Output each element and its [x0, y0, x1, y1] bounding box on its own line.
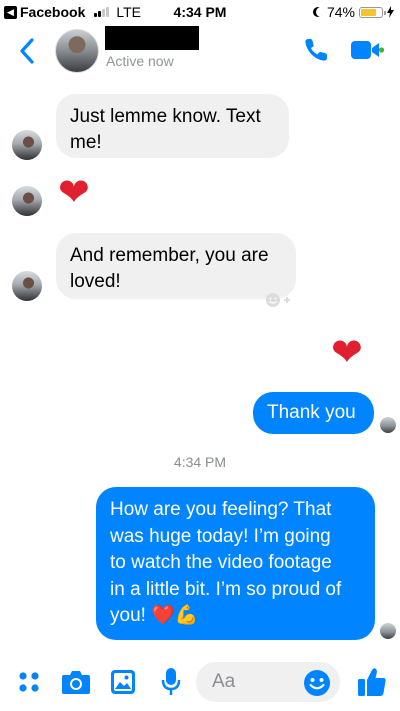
conversation-header: Active now: [0, 24, 400, 78]
outgoing-message-bubble[interactable]: How are you feeling? That was huge today…: [96, 487, 375, 640]
microphone-icon[interactable]: [161, 667, 181, 697]
composer-bar: Aa: [0, 660, 400, 711]
video-camera-icon[interactable]: [351, 38, 384, 62]
message-line: was huge today! I’m going: [110, 525, 331, 547]
heart-emoji-message[interactable]: ❤: [58, 173, 90, 213]
add-reaction-icon[interactable]: [262, 290, 292, 310]
message-line: to watch the video footage: [110, 552, 332, 573]
chevron-left-icon[interactable]: [16, 36, 38, 66]
status-bar: ◀ Facebook LTE 4:34 PM 74%: [0, 0, 400, 24]
emoji-icon[interactable]: [303, 669, 331, 697]
battery-percent: 74%: [326, 4, 355, 20]
incoming-message-bubble[interactable]: Just lemme know. Text me!: [56, 94, 289, 158]
camera-icon[interactable]: [61, 669, 91, 695]
presence-status: Active now: [106, 53, 174, 69]
contact-avatar[interactable]: [55, 29, 99, 73]
contact-name-redacted[interactable]: [105, 26, 199, 50]
battery-icon: [359, 6, 386, 18]
thumbs-up-icon[interactable]: [357, 666, 387, 698]
message-timestamp: 4:34 PM: [173, 454, 227, 470]
message-line: And remember, you are: [70, 245, 269, 266]
message-line: you! ❤️💪: [110, 605, 199, 626]
more-dots-icon[interactable]: [18, 671, 40, 693]
charging-bolt-icon: [387, 6, 394, 18]
photo-icon[interactable]: [110, 669, 136, 695]
do-not-disturb-icon: [316, 7, 326, 17]
read-receipt-avatar: [380, 623, 396, 639]
message-line: Just lemme know. Text: [70, 106, 261, 127]
message-line: How are you feeling? That: [110, 499, 332, 520]
heart-emoji-message[interactable]: ❤: [331, 333, 363, 373]
message-line: Thank you: [267, 402, 356, 423]
incoming-message-bubble[interactable]: And remember, you are loved!: [56, 233, 296, 299]
message-line: loved!: [70, 271, 121, 292]
message-line: in a little bit. I’m so proud of: [110, 578, 342, 600]
sender-avatar[interactable]: [12, 186, 42, 216]
message-line: me!: [70, 132, 102, 153]
sender-avatar[interactable]: [12, 130, 42, 160]
outgoing-message-bubble[interactable]: Thank you: [253, 392, 374, 434]
sender-avatar[interactable]: [12, 271, 42, 301]
phone-icon[interactable]: [302, 36, 330, 64]
read-receipt-avatar: [380, 417, 396, 433]
